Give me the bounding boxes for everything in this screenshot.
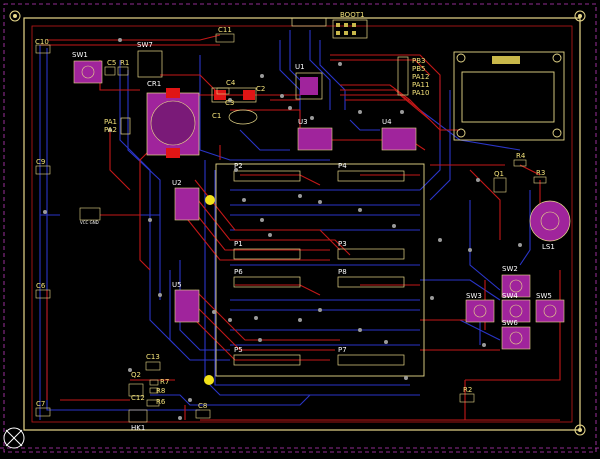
buzzer-ls1 xyxy=(529,200,571,242)
label-c1: C1 xyxy=(212,112,221,120)
label-p6: P6 xyxy=(234,268,243,276)
chip-u2 xyxy=(174,187,200,221)
label-p2: P2 xyxy=(234,162,243,170)
label-p4: P4 xyxy=(338,162,347,170)
label-pb3: PB3 xyxy=(412,57,425,65)
label-c2: C2 xyxy=(256,85,265,93)
label-c3: C3 xyxy=(225,99,234,107)
label-pa10: PA10 xyxy=(412,89,429,97)
label-pa1: PA1 xyxy=(104,118,117,126)
label-r4: R4 xyxy=(516,152,526,160)
fiducial-marker xyxy=(204,375,214,385)
switch-sw3 xyxy=(465,299,495,323)
chip-u4 xyxy=(381,127,417,151)
label-c13: C13 xyxy=(146,353,160,361)
fiducial-marker xyxy=(205,195,215,205)
label-sw5: SW5 xyxy=(536,292,552,300)
label-boot1: BOOT1 xyxy=(340,11,364,19)
label-sw7: SW7 xyxy=(137,41,153,49)
label-u5: U5 xyxy=(172,281,182,289)
chip-u3 xyxy=(297,127,333,151)
label-cr1: CR1 xyxy=(147,80,161,88)
label-p7: P7 xyxy=(338,346,347,354)
battery-holder xyxy=(146,88,200,158)
label-sw4: SW4 xyxy=(502,292,518,300)
switch-sw5 xyxy=(535,299,565,323)
label-q1: Q1 xyxy=(494,170,504,178)
switch-sw6 xyxy=(501,326,531,350)
label-c9: C9 xyxy=(36,158,45,166)
label-q2: Q2 xyxy=(131,371,141,379)
label-c5: C5 xyxy=(107,59,116,67)
label-u1: U1 xyxy=(295,63,305,71)
label-u2: U2 xyxy=(172,179,182,187)
label-p1: P1 xyxy=(234,240,243,248)
label-vcc-gnd: VCC GND xyxy=(80,220,99,225)
label-p5: P5 xyxy=(234,346,243,354)
label-c11: C11 xyxy=(218,26,232,34)
chip-u5 xyxy=(174,289,200,323)
label-sw3: SW3 xyxy=(466,292,482,300)
label-pb5: PB5 xyxy=(412,65,425,73)
label-c7: C7 xyxy=(36,400,45,408)
label-hk1: HK1 xyxy=(131,424,145,432)
label-pa12: PA12 xyxy=(412,73,429,81)
label-u3: U3 xyxy=(298,118,308,126)
label-pa2: PA2 xyxy=(104,126,117,134)
label-r3: R3 xyxy=(536,169,545,177)
label-c6: C6 xyxy=(36,282,46,290)
label-r8: R8 xyxy=(156,387,165,395)
label-p8: P8 xyxy=(338,268,347,276)
label-c8: C8 xyxy=(198,402,207,410)
label-ls1: LS1 xyxy=(542,243,555,251)
label-sw2: SW2 xyxy=(502,265,518,273)
switch-sw1 xyxy=(73,60,103,84)
label-c4: C4 xyxy=(226,79,236,87)
label-r7: R7 xyxy=(160,378,169,386)
label-r6: R6 xyxy=(156,398,166,406)
label-sw6: SW6 xyxy=(502,319,518,327)
label-r2: R2 xyxy=(463,386,472,394)
label-pa11: PA11 xyxy=(412,81,429,89)
label-c12: C12 xyxy=(131,394,145,402)
label-u4: U4 xyxy=(382,118,392,126)
label-c10: C10 xyxy=(35,38,49,46)
label-p3: P3 xyxy=(338,240,347,248)
label-sw1: SW1 xyxy=(72,51,88,59)
label-r1: R1 xyxy=(120,59,129,67)
pcb-canvas: BOOT1 PB3 PB5 PA12 PA11 PA10 PA1 PA2 C10… xyxy=(0,0,600,459)
